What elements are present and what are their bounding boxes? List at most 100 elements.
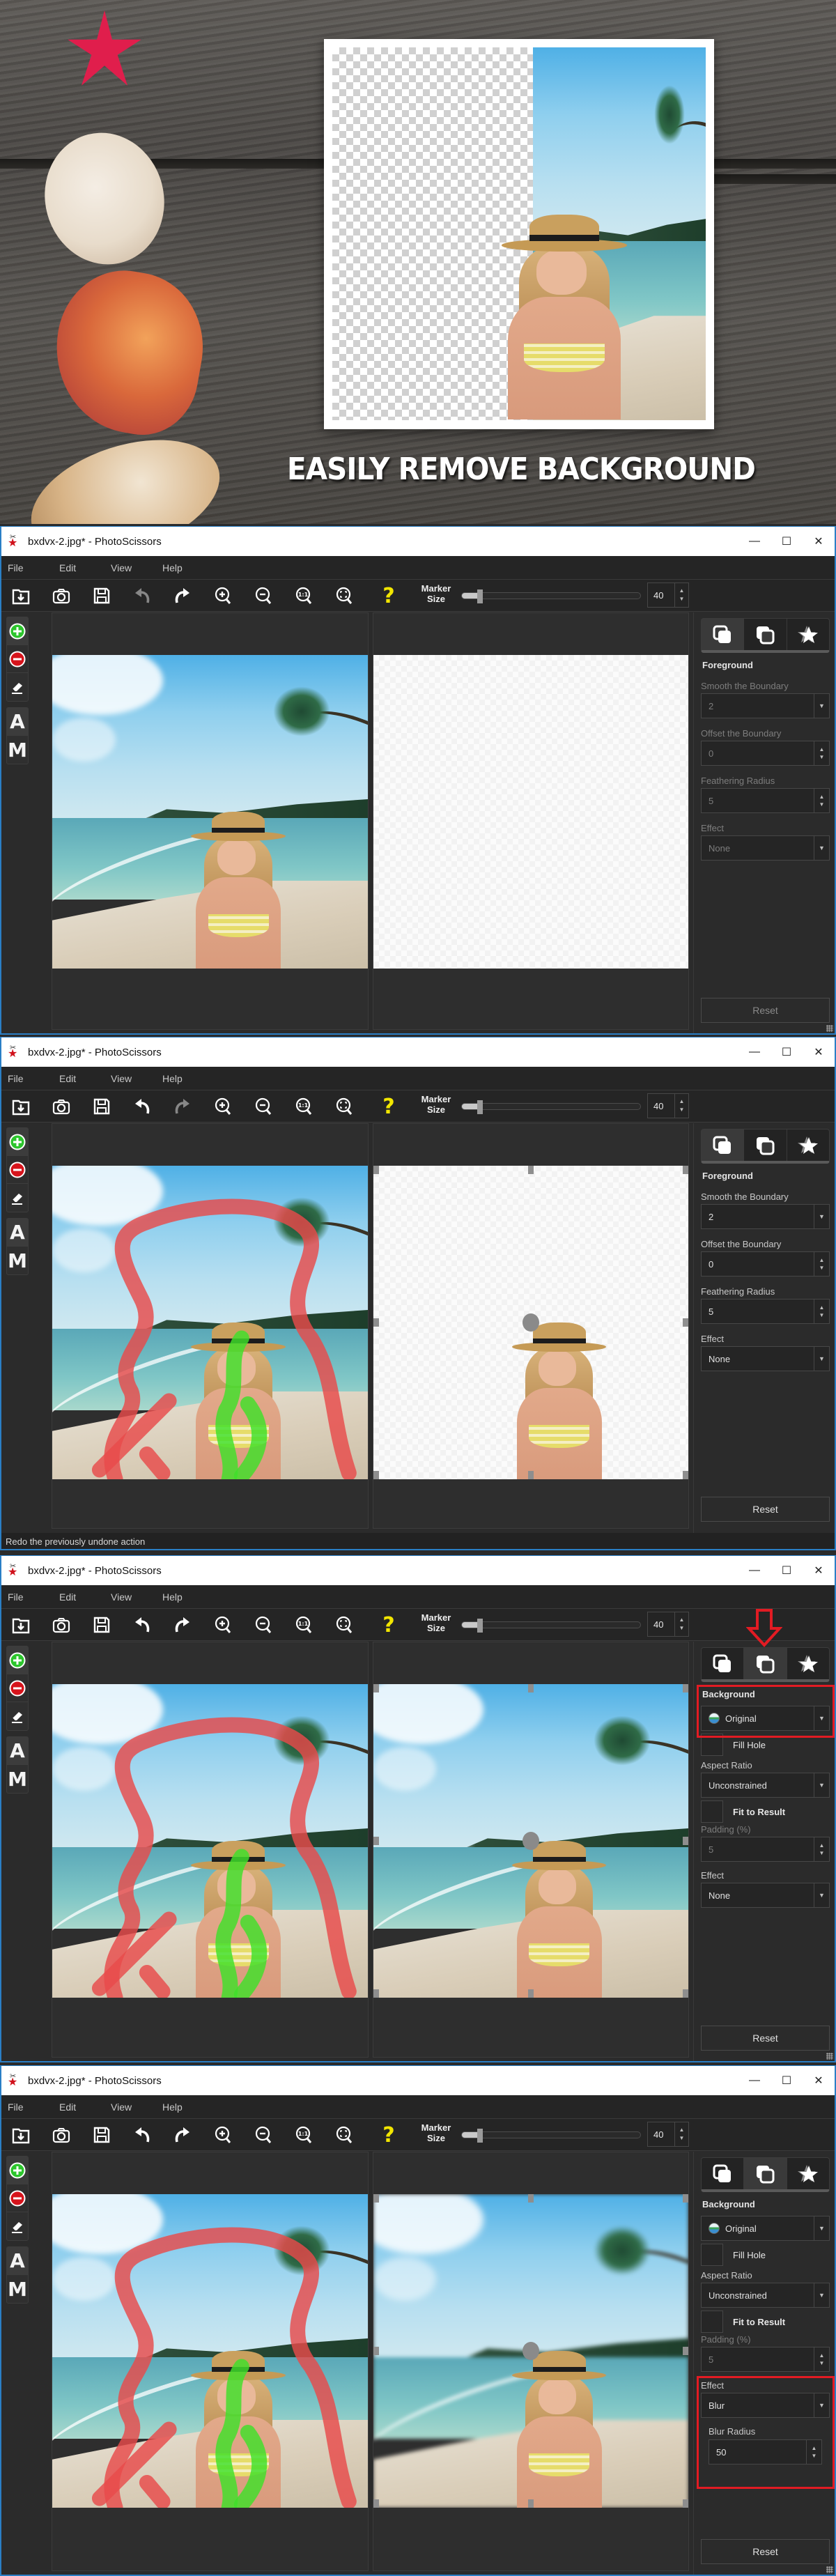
crop-handle[interactable] (683, 1989, 688, 1998)
marker-strokes-overlay[interactable] (52, 1166, 368, 1479)
manual-mode-button[interactable]: M (7, 1247, 28, 1274)
help-button[interactable]: ? (378, 1613, 400, 1637)
marker-size-slider-thumb[interactable] (477, 589, 483, 603)
tab-background[interactable] (744, 1129, 787, 1161)
resize-grip[interactable] (826, 1025, 833, 1032)
feathering-radius-input[interactable]: 5 ▲ ▼ (701, 788, 830, 813)
tab-foreground[interactable] (702, 2158, 745, 2189)
menu-edit[interactable]: Edit (53, 1073, 104, 1084)
maximize-button[interactable]: ☐ (771, 1038, 803, 1067)
spin-up-icon[interactable]: ▲ (819, 793, 825, 801)
spin-up-icon[interactable]: ▲ (819, 1256, 825, 1264)
smooth-boundary-select[interactable]: 2 ▼ (701, 693, 830, 718)
zoom-out-button[interactable] (252, 585, 274, 607)
effect-select[interactable]: None ▼ (701, 1883, 830, 1908)
crop-handle[interactable] (528, 2194, 534, 2203)
chevron-down-icon[interactable]: ▼ (814, 1773, 829, 1797)
capture-button[interactable] (50, 2124, 72, 2146)
close-button[interactable]: ✕ (803, 2066, 835, 2095)
crop-handle[interactable] (683, 1471, 688, 1479)
help-button[interactable]: ? (378, 1095, 400, 1119)
zoom-in-button[interactable] (212, 2124, 234, 2146)
reset-button[interactable]: Reset (701, 998, 830, 1023)
manual-mode-button[interactable]: M (7, 2275, 28, 2303)
marker-size-slider-thumb[interactable] (477, 1100, 483, 1114)
remove-stroke[interactable] (147, 1454, 163, 1473)
minimize-button[interactable]: — (738, 527, 771, 556)
title-bar[interactable]: ✂ ★ bxdvx-2.jpg* - PhotoScissors — ☐ ✕ (1, 1038, 835, 1067)
feathering-radius-input[interactable]: 5 ▲ ▼ (701, 1299, 830, 1324)
spin-up-icon[interactable]: ▲ (679, 2126, 685, 2134)
help-button[interactable]: ? (378, 584, 400, 608)
zoom-fit-button[interactable] (333, 1095, 355, 1118)
chevron-down-icon[interactable]: ▼ (814, 1883, 829, 1907)
chevron-down-icon[interactable]: ▼ (814, 694, 829, 718)
result-image-pane[interactable] (373, 2152, 689, 2571)
position-handle[interactable] (522, 1313, 539, 1332)
menu-help[interactable]: Help (156, 2101, 208, 2113)
tab-foreground[interactable] (702, 619, 745, 650)
menu-file[interactable]: File (1, 2101, 53, 2113)
result-image-pane[interactable] (373, 612, 689, 1030)
auto-mode-button[interactable]: A (7, 708, 28, 736)
resize-grip[interactable] (826, 2566, 833, 2573)
menu-help[interactable]: Help (156, 1073, 208, 1084)
zoom-fit-button[interactable] (333, 1614, 355, 1636)
tab-effects[interactable] (787, 619, 829, 650)
zoom-actual-size-button[interactable]: 1:1 (293, 1095, 315, 1118)
marker-size-slider[interactable] (461, 589, 641, 603)
mark-foreground-tool[interactable] (7, 2157, 28, 2184)
fit-to-result-checkbox[interactable] (701, 1800, 723, 1823)
spin-up-icon[interactable]: ▲ (819, 2352, 825, 2359)
source-image-pane[interactable] (52, 2152, 369, 2571)
zoom-out-button[interactable] (252, 2124, 274, 2146)
keep-stroke[interactable] (223, 1339, 242, 1480)
source-image-pane[interactable] (52, 1123, 369, 1529)
minimize-button[interactable]: — (738, 2066, 771, 2095)
title-bar[interactable]: ✂ ★ bxdvx-2.jpg* - PhotoScissors — ☐ ✕ (1, 1556, 835, 1585)
source-image-pane[interactable] (52, 1642, 369, 2058)
marker-size-input[interactable]: 40 ▲ ▼ (647, 2122, 689, 2147)
capture-button[interactable] (50, 585, 72, 607)
redo-button[interactable] (171, 1614, 194, 1636)
menu-file[interactable]: File (1, 1073, 53, 1084)
marker-strokes-overlay[interactable] (52, 1684, 368, 1998)
chevron-down-icon[interactable]: ▼ (814, 1347, 829, 1371)
zoom-actual-size-button[interactable]: 1:1 (293, 2124, 315, 2146)
zoom-out-button[interactable] (252, 1095, 274, 1118)
crop-handle[interactable] (528, 1166, 534, 1174)
tab-foreground[interactable] (702, 1648, 745, 1679)
tab-effects[interactable] (787, 1129, 829, 1161)
chevron-down-icon[interactable]: ▼ (814, 1205, 829, 1228)
crop-handle[interactable] (683, 2499, 688, 2508)
result-image[interactable] (373, 2194, 688, 2508)
close-button[interactable]: ✕ (803, 527, 835, 556)
capture-button[interactable] (50, 1614, 72, 1636)
marker-size-slider[interactable] (461, 1100, 641, 1114)
marker-strokes-overlay[interactable] (52, 2194, 368, 2508)
crop-handle[interactable] (373, 1684, 379, 1692)
offset-boundary-input[interactable]: 0 ▲ ▼ (701, 741, 830, 766)
result-image-pane[interactable] (373, 1123, 689, 1529)
open-button[interactable] (10, 1095, 32, 1118)
spin-down-icon[interactable]: ▼ (679, 595, 685, 603)
open-button[interactable] (10, 2124, 32, 2146)
menu-view[interactable]: View (104, 1591, 156, 1603)
spin-down-icon[interactable]: ▼ (679, 1624, 685, 1633)
zoom-fit-button[interactable] (333, 585, 355, 607)
crop-handle[interactable] (373, 2347, 379, 2355)
spin-down-icon[interactable]: ▼ (819, 753, 825, 761)
spin-up-icon[interactable]: ▲ (679, 1097, 685, 1106)
title-bar[interactable]: ✂ ★ bxdvx-2.jpg* - PhotoScissors — ☐ ✕ (1, 527, 835, 556)
keep-stroke[interactable] (242, 2432, 259, 2505)
eraser-tool[interactable] (7, 673, 28, 701)
menu-edit[interactable]: Edit (53, 2101, 104, 2113)
save-button[interactable] (91, 585, 113, 607)
crop-handle[interactable] (373, 1318, 379, 1327)
crop-handle[interactable] (683, 1318, 688, 1327)
tab-foreground[interactable] (702, 1129, 745, 1161)
crop-handle[interactable] (683, 1166, 688, 1174)
remove-stroke[interactable] (147, 1973, 163, 1991)
offset-boundary-input[interactable]: 0 ▲ ▼ (701, 1251, 830, 1277)
source-image-pane[interactable] (52, 612, 369, 1030)
